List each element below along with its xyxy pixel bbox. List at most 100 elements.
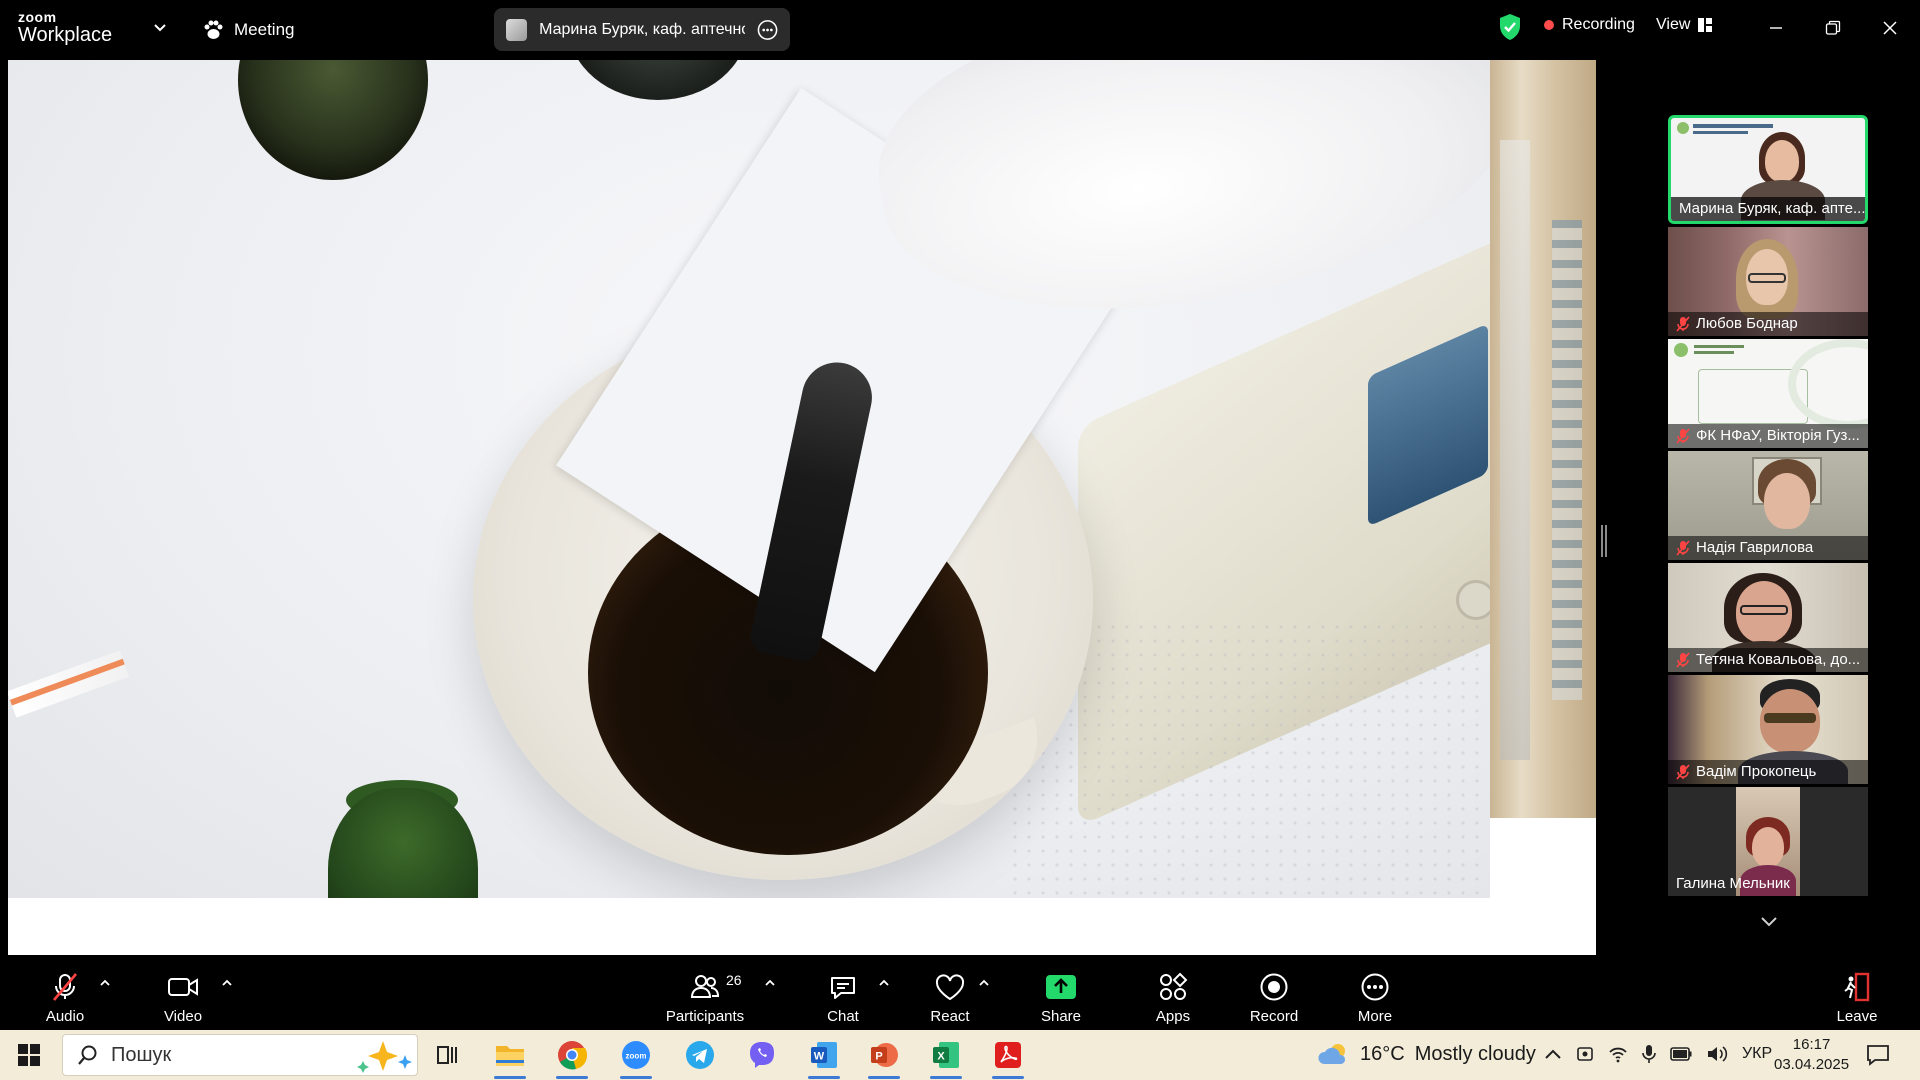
participant-tile[interactable]: Вадім Прокопець [1668, 675, 1868, 784]
leave-label: Leave [1836, 1008, 1878, 1025]
weather-description: Mostly cloudy [1414, 1042, 1536, 1065]
wifi-icon[interactable] [1608, 1045, 1628, 1063]
sunglasses-icon [1764, 713, 1816, 723]
gallery-resize-handle[interactable] [1601, 525, 1607, 557]
shared-screen[interactable] [8, 60, 1596, 955]
svg-text:X: X [937, 1051, 945, 1063]
react-options-caret-icon[interactable] [977, 976, 991, 990]
speaker-name: Марина Буряк, каф. аптечної те [539, 20, 745, 38]
search-placeholder: Пошук [111, 1043, 172, 1066]
recording-indicator[interactable]: Recording [1544, 16, 1635, 34]
windows-start-icon[interactable] [18, 1044, 40, 1066]
microphone-icon[interactable] [1642, 1044, 1656, 1064]
recording-dot-icon [1544, 20, 1554, 30]
participants-button[interactable]: Participants [662, 960, 748, 1030]
cloud-icon [1318, 1044, 1346, 1064]
video-camera-icon [168, 978, 198, 996]
restore-button[interactable] [1819, 14, 1847, 42]
participant-tile[interactable]: Галина Мельник [1668, 787, 1868, 896]
participant-tile[interactable]: Надія Гаврилова [1668, 451, 1868, 560]
telegram-icon[interactable] [680, 1037, 720, 1073]
meeting-menu-button[interactable]: Meeting [202, 16, 294, 44]
participants-icon [690, 975, 720, 998]
speaker-avatar [506, 18, 528, 41]
minimize-button[interactable] [1762, 14, 1790, 42]
close-button[interactable] [1876, 14, 1904, 42]
chat-bubble-icon [831, 977, 855, 999]
minimize-icon [1770, 27, 1782, 29]
zoom-icon[interactable]: zoom [616, 1037, 656, 1079]
word-icon[interactable]: W [804, 1037, 844, 1079]
keyboard-language[interactable]: УКР [1742, 1045, 1772, 1063]
shared-video-frame [8, 60, 1490, 898]
participant-tile[interactable]: Любов Боднар [1668, 227, 1868, 336]
muted-mic-icon [1676, 428, 1690, 444]
speaker-volume-icon[interactable] [1706, 1045, 1728, 1063]
task-view-icon[interactable] [428, 1037, 468, 1073]
leave-button[interactable]: Leave [1832, 960, 1882, 1030]
windows-taskbar: Пошук zoom W P X 16°C Mostly cloudy УКР … [0, 1030, 1920, 1080]
participants-options-caret-icon[interactable] [763, 976, 777, 990]
participant-name: Марина Буряк, каф. апте... [1671, 197, 1865, 221]
notification-center-icon[interactable] [1866, 1043, 1890, 1067]
dark-bottle [568, 60, 748, 100]
participant-tile[interactable]: Тетяна Ковальова, до... [1668, 563, 1868, 672]
encryption-shield-icon[interactable] [1498, 13, 1522, 41]
battery-icon[interactable] [1670, 1047, 1692, 1061]
gallery-scroll-down-icon[interactable] [1758, 912, 1780, 930]
apps-button[interactable]: Apps [1148, 960, 1198, 1030]
taskbar-search-box[interactable]: Пошук [62, 1034, 418, 1076]
muted-mic-icon [1676, 652, 1690, 668]
more-options-icon[interactable] [757, 19, 778, 41]
acrobat-icon[interactable] [988, 1037, 1028, 1079]
taskbar-clock[interactable]: 16:17 03.04.2025 [1774, 1035, 1849, 1075]
meeting-label: Meeting [234, 20, 295, 39]
chrome-icon[interactable] [552, 1037, 592, 1079]
powerpoint-icon[interactable]: P [864, 1037, 904, 1079]
tray-overflow-chevron-icon[interactable] [1544, 1047, 1562, 1061]
more-button[interactable]: More [1350, 960, 1400, 1030]
view-button[interactable]: View [1656, 16, 1713, 34]
viber-icon[interactable] [742, 1037, 782, 1073]
react-button[interactable]: React [924, 960, 976, 1030]
muted-microphone-icon [53, 973, 77, 1001]
participants-label: Participants [665, 1008, 745, 1025]
speaker-pill[interactable]: Марина Буряк, каф. аптечної те [494, 8, 790, 51]
heart-icon [935, 974, 965, 1001]
excel-icon[interactable]: X [926, 1037, 966, 1079]
audio-label: Audio [45, 1008, 85, 1025]
participant-name: Любов Боднар [1668, 312, 1868, 336]
search-icon [78, 1045, 97, 1065]
chat-button[interactable]: Chat [818, 960, 868, 1030]
lab-meter-button [1456, 580, 1490, 620]
view-layout-icon [1698, 18, 1713, 32]
weather-widget[interactable]: 16°C Mostly cloudy [1318, 1042, 1536, 1066]
file-explorer-icon[interactable] [490, 1037, 530, 1079]
participant-name: Надія Гаврилова [1668, 536, 1868, 560]
apps-label: Apps [1155, 1008, 1191, 1025]
audio-options-caret-icon[interactable] [98, 976, 112, 990]
chat-options-caret-icon[interactable] [877, 976, 891, 990]
more-dots-icon [1361, 973, 1389, 1001]
audio-button[interactable]: Audio [40, 960, 90, 1030]
video-options-caret-icon[interactable] [220, 976, 234, 990]
glasses-icon [1748, 273, 1786, 283]
participant-name: Галина Мельник [1676, 875, 1790, 892]
chevron-down-icon[interactable] [152, 19, 168, 35]
university-banner [1693, 124, 1773, 128]
participant-tile[interactable]: ФК НФаУ, Вікторія Гуз... [1668, 339, 1868, 448]
college-banner [1694, 351, 1734, 354]
muted-mic-icon [1676, 540, 1690, 556]
participant-tile[interactable]: Марина Буряк, каф. апте... [1668, 115, 1868, 224]
video-button[interactable]: Video [158, 960, 208, 1030]
muted-mic-icon [1676, 316, 1690, 332]
recording-label: Recording [1562, 16, 1635, 33]
meet-now-icon[interactable] [1576, 1045, 1594, 1063]
clock-time: 16:17 [1792, 1036, 1831, 1053]
share-button[interactable]: Share [1036, 960, 1086, 1030]
record-button[interactable]: Record [1248, 960, 1300, 1030]
participant-name: Тетяна Ковальова, до... [1668, 648, 1868, 672]
zoom-workplace-logo[interactable]: zoom Workplace [18, 10, 112, 45]
participant-name: Вадім Прокопець [1668, 760, 1868, 784]
participants-count: 26 [726, 972, 742, 988]
